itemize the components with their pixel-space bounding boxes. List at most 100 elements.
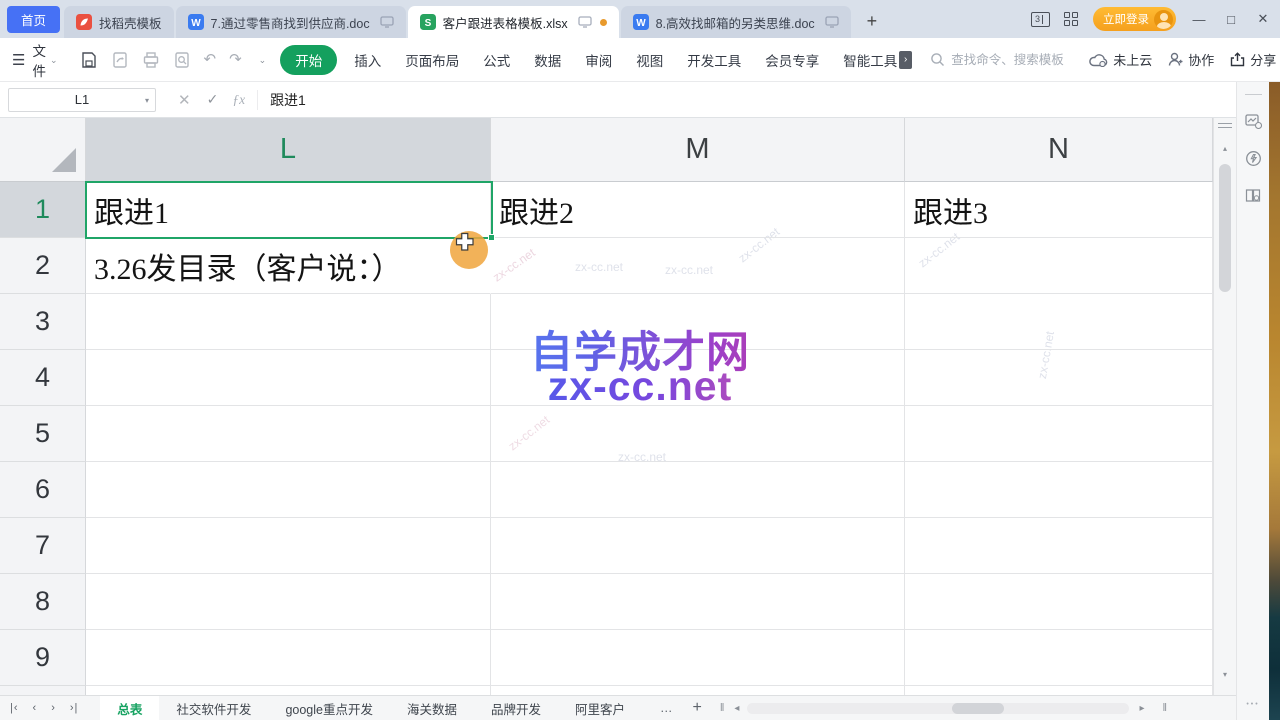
cell-N4[interactable] (905, 350, 1213, 406)
cell-M1[interactable]: 跟进2 (491, 182, 905, 238)
ribbon-tab-dev-tools[interactable]: 开发工具 (676, 45, 752, 75)
cell-N6[interactable] (905, 462, 1213, 518)
column-header-L[interactable]: L (86, 118, 491, 182)
vertical-scrollbar[interactable]: ▴ ▾ (1213, 118, 1236, 695)
tab-doc-email[interactable]: W 8.高效找邮箱的另类思维.doc (621, 6, 851, 38)
scroll-right-icon[interactable]: ▸ (1139, 703, 1144, 714)
add-sheet-button[interactable]: + (693, 699, 702, 717)
save-icon[interactable] (80, 51, 98, 69)
tab-home[interactable]: 首页 (7, 6, 60, 33)
cell-selection-L1[interactable] (85, 181, 493, 239)
cell-M9[interactable] (491, 630, 905, 686)
print-icon[interactable] (142, 51, 160, 69)
cell-L10-partial[interactable] (86, 686, 491, 695)
search-input[interactable] (951, 53, 1089, 67)
minimize-button[interactable]: — (1190, 12, 1208, 27)
ribbon-tab-membership[interactable]: 会员专享 (754, 45, 830, 75)
resource-panel-icon[interactable] (1245, 114, 1262, 129)
horizontal-scroll-thumb[interactable] (952, 703, 1004, 714)
row-header-4[interactable]: 4 (0, 350, 86, 406)
sheet-tab-social[interactable]: 社交软件开发 (159, 696, 268, 720)
cell-N1[interactable]: 跟进3 (905, 182, 1213, 238)
row-header-1[interactable]: 1 (0, 182, 86, 238)
hsplit-right-icon[interactable]: ‖ (1162, 702, 1167, 714)
cell-M8[interactable] (491, 574, 905, 630)
tab-current-spreadsheet[interactable]: S 客户跟进表格模板.xlsx (408, 6, 619, 38)
row-header-3[interactable]: 3 (0, 294, 86, 350)
cell-L6[interactable] (86, 462, 491, 518)
cell-L8[interactable] (86, 574, 491, 630)
row-header-partial[interactable] (0, 686, 86, 695)
ribbon-overflow-icon[interactable]: › (899, 51, 912, 69)
collaborate-button[interactable]: 协作 (1168, 50, 1214, 69)
split-handle-icon[interactable] (1218, 123, 1232, 128)
sheet-tab-customs[interactable]: 海关数据 (390, 696, 474, 720)
scroll-left-icon[interactable]: ◂ (734, 703, 739, 714)
cancel-icon[interactable]: ✕ (178, 91, 191, 109)
last-sheet-icon[interactable]: ›| (70, 702, 79, 714)
cell-L4[interactable] (86, 350, 491, 406)
cell-L2[interactable]: 3.26发目录（客户说：） (86, 238, 491, 294)
workspace-icon[interactable]: 3 (1031, 12, 1050, 27)
cell-N8[interactable] (905, 574, 1213, 630)
name-box-dropdown-icon[interactable]: ▾ (145, 96, 149, 105)
row-header-7[interactable]: 7 (0, 518, 86, 574)
sidebar-more-icon[interactable]: ••• (1237, 701, 1269, 708)
row-header-2[interactable]: 2 (0, 238, 86, 294)
formula-input[interactable]: 跟进1 (270, 90, 306, 110)
confirm-icon[interactable]: ✓ (207, 91, 219, 108)
print-preview-icon[interactable] (173, 51, 191, 69)
first-sheet-icon[interactable]: |‹ (10, 702, 19, 714)
cell-L7[interactable] (86, 518, 491, 574)
ribbon-tab-page-layout[interactable]: 页面布局 (394, 45, 470, 75)
ribbon-tab-insert[interactable]: 插入 (343, 45, 392, 75)
sheet-tab-brand[interactable]: 品牌开发 (474, 696, 558, 720)
hsplit-left-icon[interactable]: ‖ (720, 702, 725, 714)
cell-M7[interactable] (491, 518, 905, 574)
cell-L9[interactable] (86, 630, 491, 686)
ribbon-tab-smart-tools[interactable]: 智能工具 (832, 45, 899, 75)
ribbon-tab-review[interactable]: 审阅 (574, 45, 623, 75)
vertical-scroll-thumb[interactable] (1219, 164, 1231, 292)
cell-M2[interactable] (491, 238, 905, 294)
sheet-list-icon[interactable]: … (660, 701, 673, 715)
cell-N7[interactable] (905, 518, 1213, 574)
sheet-tab-alibaba[interactable]: 阿里客户 (558, 696, 642, 720)
insert-function-icon[interactable]: ƒx (232, 92, 245, 108)
cell-M10-partial[interactable] (491, 686, 905, 695)
ribbon-tab-formulas[interactable]: 公式 (472, 45, 521, 75)
cell-N10-partial[interactable] (905, 686, 1213, 695)
ribbon-tab-home[interactable]: 开始 (280, 45, 337, 75)
ribbon-tab-data[interactable]: 数据 (523, 45, 572, 75)
command-search[interactable] (930, 52, 1089, 67)
file-menu[interactable]: 文件 (32, 40, 46, 80)
maximize-button[interactable]: □ (1222, 12, 1240, 27)
close-button[interactable]: ✕ (1254, 11, 1272, 27)
smart-assistant-icon[interactable] (1245, 150, 1262, 167)
login-button[interactable]: 立即登录 (1093, 7, 1176, 31)
menu-icon[interactable]: ☰ (12, 51, 25, 69)
ribbon-tab-view[interactable]: 视图 (625, 45, 674, 75)
new-tab-button[interactable]: + (867, 12, 878, 30)
app-grid-icon[interactable] (1064, 12, 1079, 27)
cell-N2[interactable] (905, 238, 1213, 294)
cloud-status[interactable]: 未上云 (1089, 50, 1152, 69)
cell-N3[interactable] (905, 294, 1213, 350)
toolbar-more-icon[interactable]: ⌄ (259, 55, 267, 66)
cell-M5[interactable] (491, 406, 905, 462)
scroll-down-icon[interactable]: ▾ (1214, 670, 1236, 679)
next-sheet-icon[interactable]: › (51, 702, 56, 714)
prev-sheet-icon[interactable]: ‹ (33, 702, 38, 714)
scroll-up-icon[interactable]: ▴ (1214, 144, 1236, 153)
cell-L5[interactable] (86, 406, 491, 462)
sheet-tab-summary[interactable]: 总表 (100, 696, 159, 720)
cell-L3[interactable] (86, 294, 491, 350)
tab-doc-supplier[interactable]: W 7.通过零售商找到供应商.doc (176, 6, 406, 38)
row-header-9[interactable]: 9 (0, 630, 86, 686)
cell-N9[interactable] (905, 630, 1213, 686)
file-dropdown-icon[interactable]: ⌄ (50, 55, 58, 66)
share-button[interactable]: 分享 (1230, 50, 1276, 69)
row-header-6[interactable]: 6 (0, 462, 86, 518)
cell-M6[interactable] (491, 462, 905, 518)
column-header-M[interactable]: M (491, 118, 905, 182)
